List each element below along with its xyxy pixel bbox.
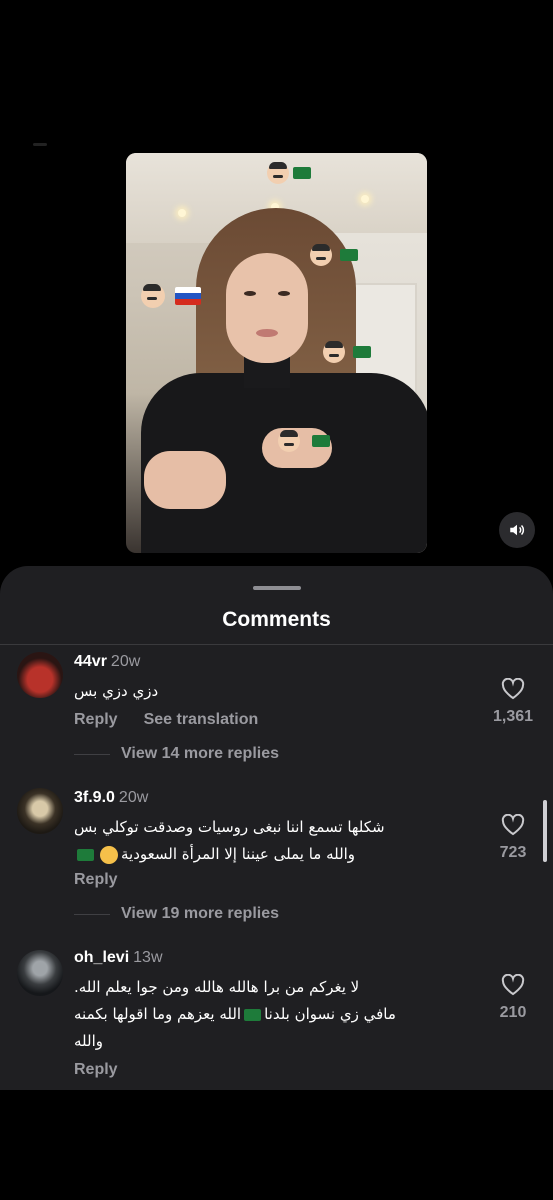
man-emoji-icon	[267, 162, 289, 184]
reply-button[interactable]: Reply	[74, 711, 118, 728]
speaker-icon	[510, 524, 525, 536]
comment-username[interactable]: 44vr	[74, 653, 107, 670]
saudi-flag-icon	[340, 249, 358, 261]
ceiling-light	[178, 209, 186, 217]
sound-toggle-button[interactable]	[499, 512, 535, 548]
saudi-flag-icon	[293, 167, 311, 179]
comment-text-line: والله ما يملى عيننا إلا المرأة السعودية	[74, 841, 454, 868]
man-emoji-icon	[278, 430, 300, 452]
comment-text-part: مافي زي نسوان بلدنا	[264, 1005, 396, 1023]
sticker-man-saudi-flag	[267, 162, 311, 184]
man-emoji-icon	[310, 244, 332, 266]
view-more-replies-label: View 14 more replies	[121, 745, 280, 762]
like-button[interactable]: 210	[483, 974, 543, 1022]
video-player[interactable]	[126, 153, 427, 553]
comments-scrollbar[interactable]	[543, 800, 547, 862]
comment-meta: 3f.9.0 20w	[74, 789, 148, 807]
replies-line	[74, 753, 110, 755]
man-emoji-icon	[141, 284, 165, 308]
header-divider	[0, 644, 553, 645]
comment-username[interactable]: 3f.9.0	[74, 789, 115, 806]
comment-actions: Reply See translation	[74, 711, 284, 729]
russia-flag-icon	[175, 287, 201, 305]
replies-line	[74, 913, 110, 915]
comment-text-part: والله ما يملى عيننا إلا المرأة السعودية	[121, 845, 356, 863]
like-count: 210	[499, 1004, 527, 1021]
comment-time: 20w	[110, 653, 141, 670]
comment-text: دزي دزي بس	[74, 682, 159, 700]
comments-title: Comments	[222, 608, 331, 631]
comment-actions: Reply	[74, 871, 144, 889]
man-emoji-icon	[323, 341, 345, 363]
reply-button[interactable]: Reply	[74, 871, 118, 888]
comment-text-line: مافي زي نسوان بلدنا الله يعزهم وما اقولها…	[74, 1001, 454, 1028]
sticker-man-russia-flag	[141, 284, 201, 308]
reply-button[interactable]: Reply	[74, 1061, 118, 1078]
avatar[interactable]	[17, 652, 63, 698]
comment-text: لا يغركم من برا هالله هالله ومن جوا يعلم…	[74, 974, 454, 1055]
view-more-replies-label: View 19 more replies	[121, 905, 280, 922]
comment-text-line: والله	[74, 1032, 103, 1050]
comment-actions: Reply	[74, 1061, 144, 1079]
comment-time: 20w	[118, 789, 149, 806]
status-dots	[33, 143, 47, 146]
sticker-man-saudi-flag	[278, 430, 330, 452]
saudi-flag-icon	[353, 346, 371, 358]
saudi-flag-icon	[244, 1008, 262, 1021]
comment-meta: 44vr 20w	[74, 653, 140, 671]
heart-icon	[501, 974, 525, 996]
avatar[interactable]	[17, 950, 63, 996]
like-count: 723	[499, 844, 527, 861]
avatar[interactable]	[17, 788, 63, 834]
comment-text-part: الله يعزهم وما اقولها بكمنه	[74, 1005, 242, 1023]
like-button[interactable]: 1,361	[483, 678, 543, 726]
like-count: 1,361	[492, 708, 534, 725]
heart-icon	[501, 678, 525, 700]
heart-icon	[501, 814, 525, 836]
sticker-man-saudi-flag	[310, 244, 358, 266]
video-person-fist	[144, 451, 226, 509]
comment-username[interactable]: oh_levi	[74, 949, 129, 966]
comment-text: شكلها تسمع اننا نبغى روسيات وصدقت توكلي …	[74, 814, 454, 868]
comment-meta: oh_levi 13w	[74, 949, 163, 967]
video-person-face	[226, 253, 308, 363]
sheet-drag-handle[interactable]	[253, 586, 301, 590]
view-more-replies[interactable]: View 14 more replies	[74, 745, 279, 763]
saudi-flag-icon	[77, 848, 94, 861]
laughing-emoji-icon	[100, 845, 118, 864]
see-translation-button[interactable]: See translation	[144, 711, 259, 728]
saudi-flag-icon	[312, 435, 330, 447]
like-button[interactable]: 723	[483, 814, 543, 862]
comment-text-line: لا يغركم من برا هالله هالله ومن جوا يعلم…	[74, 978, 360, 996]
sticker-man-saudi-flag	[323, 341, 371, 363]
comment-text-line: شكلها تسمع اننا نبغى روسيات وصدقت توكلي …	[74, 818, 385, 836]
comment-time: 13w	[133, 949, 163, 966]
ceiling-light	[361, 195, 369, 203]
view-more-replies[interactable]: View 19 more replies	[74, 905, 279, 923]
